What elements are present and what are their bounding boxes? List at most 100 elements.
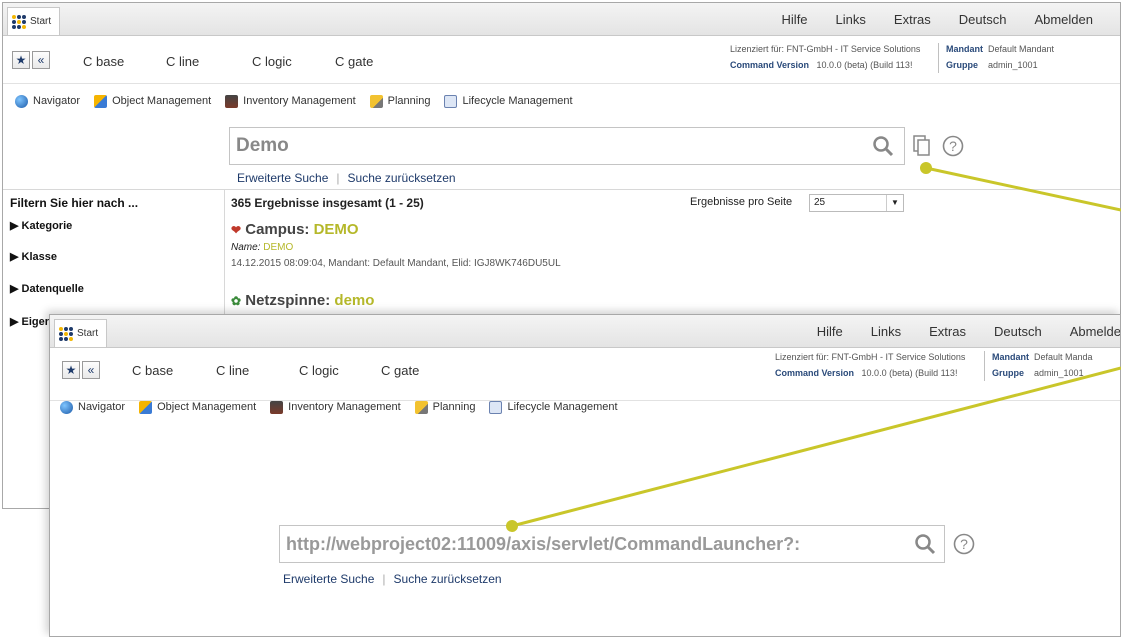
result-item-campus[interactable]: ❤ Campus: DEMO [231, 221, 359, 238]
menu-extras[interactable]: Extras [894, 12, 931, 27]
network-icon: ✿ [231, 294, 242, 308]
results-panel: 365 Ergebnisse insgesamt (1 - 25) Ergebn… [231, 194, 1111, 309]
objects-icon [94, 94, 108, 108]
module-inventory-management[interactable]: Inventory Management [270, 400, 401, 414]
module-object-management[interactable]: Object Management [139, 400, 257, 414]
menu-deutsch[interactable]: Deutsch [994, 324, 1042, 339]
reset-search-link[interactable]: Suche zurücksetzen [348, 171, 456, 185]
menu-links[interactable]: Links [836, 12, 866, 27]
collapse-button[interactable]: « [82, 361, 100, 379]
tab-start[interactable]: Start [54, 319, 108, 347]
module-label: Planning [432, 401, 476, 413]
filter-eigen[interactable]: ▶ Eiger [10, 315, 49, 328]
search-icon[interactable] [872, 135, 894, 157]
mandant: Mandant Default Manda [992, 352, 1093, 362]
star-icon: ★ [15, 53, 27, 67]
advanced-search-link[interactable]: Erweiterte Suche [237, 171, 328, 185]
lifecycle-icon [444, 94, 458, 108]
search-value: Demo [236, 135, 289, 156]
module-label: Planning [387, 95, 431, 107]
module-inventory-management[interactable]: Inventory Management [225, 94, 356, 108]
mandant-label: Mandant [992, 352, 1029, 362]
module-lifecycle-management[interactable]: Lifecycle Management [444, 94, 573, 108]
command-version-label: Command Version [730, 60, 810, 70]
command-version-label: Command Version [775, 368, 855, 378]
menu-hilfe[interactable]: Hilfe [782, 12, 808, 27]
module-navigator[interactable]: Navigator [15, 94, 80, 108]
filter-kategorie[interactable]: ▶ Kategorie [10, 219, 72, 232]
planning-icon [369, 94, 383, 108]
license-text: Lizenziert für: FNT-GmbH - IT Service So… [730, 44, 921, 54]
tab-bar: Start Hilfe Links Extras Deutsch Abmelde [50, 315, 1120, 348]
menu-c-gate[interactable]: C gate [381, 363, 419, 378]
gruppe-label: Gruppe [992, 368, 1025, 378]
menu-abmelden[interactable]: Abmelden [1034, 12, 1093, 27]
objects-icon [139, 400, 153, 414]
module-lifecycle-management[interactable]: Lifecycle Management [489, 400, 618, 414]
result-name: DEMO [313, 221, 359, 238]
license-text: Lizenziert für: FNT-GmbH - IT Service So… [775, 352, 966, 362]
copy-url-icon[interactable] [913, 135, 931, 157]
menu-extras[interactable]: Extras [929, 324, 966, 339]
search-input[interactable]: Demo [229, 127, 905, 165]
planning-icon [414, 400, 428, 414]
menu-c-logic[interactable]: C logic [252, 54, 292, 69]
gruppe-label: Gruppe [946, 60, 979, 70]
per-page-label: Ergebnisse pro Seite [690, 196, 793, 208]
module-label: Lifecycle Management [462, 95, 573, 107]
filter-label: Kategorie [21, 220, 73, 232]
help-icon[interactable]: ? [953, 533, 975, 555]
favorites-star-button[interactable]: ★ [62, 361, 80, 379]
menu-c-gate[interactable]: C gate [335, 54, 373, 69]
module-label: Inventory Management [288, 401, 401, 413]
module-object-management[interactable]: Object Management [94, 94, 211, 108]
mandant-value: Default Manda [1034, 352, 1093, 362]
menu-deutsch[interactable]: Deutsch [959, 12, 1007, 27]
svg-text:?: ? [949, 138, 957, 154]
menu-c-base[interactable]: C base [132, 363, 173, 378]
menu-c-logic[interactable]: C logic [299, 363, 339, 378]
command-version-value: 10.0.0 (beta) (Build 113! [816, 60, 913, 70]
filter-label: Eiger [21, 316, 50, 328]
result-meta: 14.12.2015 08:09:04, Mandant: Default Ma… [231, 258, 561, 269]
help-icon[interactable]: ? [942, 135, 964, 157]
result-item-netzspinne[interactable]: ✿ Netzspinne: demo [231, 292, 374, 309]
module-label: Object Management [157, 401, 257, 413]
lifecycle-icon [489, 400, 503, 414]
filter-klasse[interactable]: ▶ Klasse [10, 250, 57, 263]
menu-c-line[interactable]: C line [166, 54, 199, 69]
app-logo-icon [59, 326, 73, 341]
filter-heading: Filtern Sie hier nach ... [10, 196, 139, 210]
menu-c-line[interactable]: C line [216, 363, 249, 378]
menu-links[interactable]: Links [871, 324, 901, 339]
menu-hilfe[interactable]: Hilfe [817, 324, 843, 339]
chevron-down-icon: ▼ [886, 195, 903, 211]
collapse-button[interactable]: « [32, 51, 50, 69]
reset-search-link[interactable]: Suche zurücksetzen [394, 572, 502, 586]
divider: | [336, 171, 340, 185]
mandant-value: Default Mandant [988, 44, 1055, 54]
filter-panel: Filtern Sie hier nach ... ▶ Kategorie ▶ … [3, 196, 224, 328]
search-icon[interactable] [914, 533, 936, 555]
divider: | [382, 572, 386, 586]
search-links: Erweiterte Suche | Suche zurücksetzen [283, 572, 502, 586]
module-planning[interactable]: Planning [414, 400, 476, 414]
command-version: Command Version 10.0.0 (beta) (Build 113… [730, 60, 912, 70]
mandant-label: Mandant [946, 44, 983, 54]
menu-c-base[interactable]: C base [83, 54, 124, 69]
inventory-icon [225, 94, 239, 108]
tab-start[interactable]: Start [7, 7, 61, 35]
advanced-search-link[interactable]: Erweiterte Suche [283, 572, 374, 586]
filter-datenquelle[interactable]: ▶ Datenquelle [10, 282, 84, 295]
search-input[interactable]: http://webproject02:11009/axis/servlet/C… [279, 525, 945, 563]
result-type: Campus: [245, 221, 314, 238]
star-icon: ★ [65, 363, 77, 377]
top-menu: Hilfe Links Extras Deutsch Abmelden [754, 3, 1093, 35]
module-navigator[interactable]: Navigator [60, 400, 125, 414]
module-planning[interactable]: Planning [369, 94, 431, 108]
favorites-star-button[interactable]: ★ [12, 51, 30, 69]
per-page-select[interactable]: 25 ▼ [809, 194, 904, 212]
module-bar: Navigator Object Management Inventory Ma… [60, 397, 632, 417]
menu-abmelden[interactable]: Abmelde [1070, 324, 1120, 339]
divider [984, 351, 985, 381]
